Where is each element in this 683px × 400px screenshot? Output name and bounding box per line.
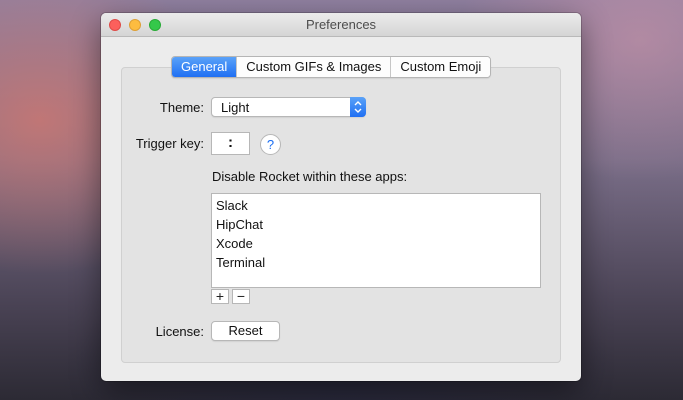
list-item[interactable]: Slack: [212, 196, 540, 215]
theme-select[interactable]: Light: [211, 97, 366, 117]
trigger-key-label: Trigger key:: [135, 136, 204, 151]
window-title: Preferences: [305, 17, 377, 32]
title-bar[interactable]: Preferences: [101, 13, 581, 37]
minus-icon[interactable]: −: [232, 289, 250, 304]
reset-button[interactable]: Reset: [211, 321, 280, 341]
license-label: License:: [155, 324, 204, 339]
list-item[interactable]: HipChat: [212, 215, 540, 234]
disabled-apps-list[interactable]: Slack HipChat Xcode Terminal: [211, 193, 541, 288]
plus-icon[interactable]: +: [211, 289, 229, 304]
tab-general[interactable]: General: [172, 57, 237, 77]
tab-custom-gifs-images[interactable]: Custom GIFs & Images: [236, 57, 391, 77]
preferences-window: Preferences General Custom GIFs & Images…: [101, 13, 581, 381]
chevron-up-down-icon: [350, 97, 366, 117]
theme-label: Theme:: [159, 100, 204, 115]
theme-select-value: Light: [221, 100, 250, 115]
question-mark-icon[interactable]: ?: [260, 134, 281, 155]
tab-bar: General Custom GIFs & Images Custom Emoj…: [171, 56, 492, 78]
list-item[interactable]: Xcode: [212, 234, 540, 253]
tab-custom-emoji[interactable]: Custom Emoji: [390, 57, 491, 77]
disable-apps-caption: Disable Rocket within these apps:: [212, 169, 408, 184]
list-item[interactable]: Terminal: [212, 253, 540, 272]
trigger-key-field[interactable]: :: [211, 132, 250, 155]
